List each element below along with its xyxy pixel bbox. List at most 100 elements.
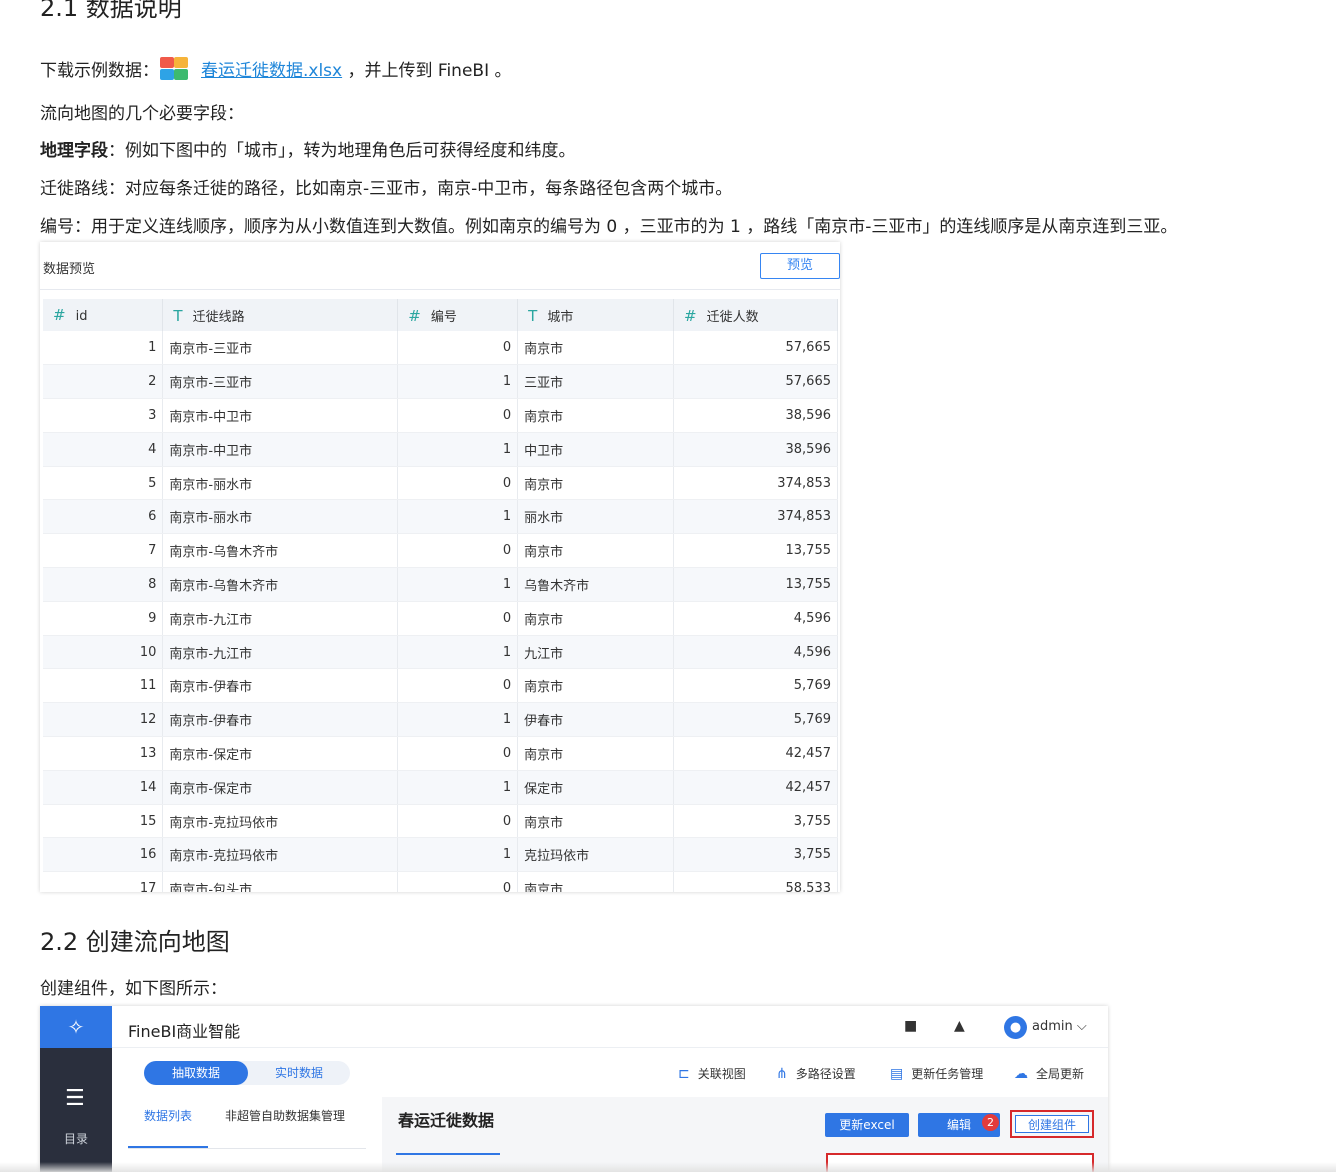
- archive-file-icon: [159, 57, 189, 81]
- cell-id: 3: [43, 398, 164, 433]
- number-type-icon: #: [53, 306, 66, 324]
- table-header-row: # id T 迁徙线路 # 编号 T 城市 # 迁徙人数: [43, 299, 838, 331]
- multipath-button[interactable]: ⋔ 多路径设置: [776, 1065, 856, 1082]
- tab-data-list[interactable]: 数据列表: [144, 1107, 192, 1124]
- tab-realtime-data[interactable]: 实时数据: [248, 1061, 350, 1085]
- cell-number: 1: [397, 567, 519, 602]
- cell-id: 2: [43, 364, 164, 400]
- cell-city: 克拉玛依市: [517, 837, 675, 873]
- cell-count: 13,755: [673, 567, 838, 602]
- download-line: 下载示例数据： 春运迁徙数据.xlsx ，并上传到 FineBI 。: [40, 56, 512, 81]
- field-term: 地理字段: [40, 141, 108, 161]
- cell-city: 南京市: [517, 331, 675, 366]
- action-label: 全局更新: [1036, 1067, 1085, 1081]
- text-type-icon: T: [528, 306, 538, 325]
- cell-city: 南京市: [517, 871, 675, 892]
- cell-id: 6: [43, 499, 164, 535]
- cell-count: 4,596: [673, 635, 838, 670]
- cell-route: 南京市-乌鲁木齐市: [162, 533, 399, 569]
- cell-city: 中卫市: [517, 432, 675, 467]
- column-header[interactable]: # id: [43, 299, 164, 331]
- action-label: 关联视图: [697, 1067, 746, 1081]
- chevron-down-icon: ⌵: [1076, 1019, 1087, 1034]
- cell-id: 7: [43, 533, 164, 569]
- field-geo: 地理字段：例如下图中的「城市」，转为地理角色后可获得经度和纬度。: [40, 136, 576, 161]
- cell-number: 0: [397, 601, 519, 636]
- cell-route: 南京市-克拉玛依市: [162, 837, 399, 873]
- field-number: 编号：用于定义连线顺序，顺序为从小数值连到大数值。例如南京的编号为 0 ，三亚市…: [40, 212, 1177, 237]
- table-row: 1 南京市-三亚市 0 南京市 57,665: [43, 331, 838, 366]
- cell-city: 南京市: [517, 533, 675, 569]
- field-term: 迁徙路线: [40, 179, 108, 199]
- cell-count: 38,596: [673, 398, 838, 433]
- cell-id: 17: [43, 871, 164, 892]
- column-header[interactable]: T 迁徙线路: [162, 299, 399, 331]
- column-header[interactable]: # 编号: [397, 299, 519, 331]
- table-row: 11 南京市-伊春市 0 南京市 5,769: [43, 668, 838, 704]
- cell-route: 南京市-保定市: [162, 770, 399, 805]
- catalog-list-icon[interactable]: ☰: [65, 1086, 85, 1111]
- cell-number: 1: [397, 837, 519, 873]
- column-label: id: [75, 309, 88, 324]
- cell-id: 4: [43, 432, 164, 467]
- number-type-icon: #: [684, 306, 697, 325]
- cell-route: 南京市-丽水市: [162, 466, 399, 501]
- cell-route: 南京市-克拉玛依市: [162, 804, 399, 839]
- cell-route: 南京市-丽水市: [162, 499, 399, 535]
- task-manage-button[interactable]: ▤ 更新任务管理: [890, 1065, 983, 1082]
- cell-route: 南京市-保定市: [162, 736, 399, 771]
- table-row: 3 南京市-中卫市 0 南京市 38,596: [43, 398, 838, 433]
- step-badge: 2: [982, 1114, 999, 1131]
- user-menu[interactable]: admin ⌵: [1032, 1019, 1087, 1034]
- column-label: 迁徙人数: [706, 309, 759, 325]
- divider: [128, 1148, 366, 1149]
- update-excel-button[interactable]: 更新excel: [825, 1113, 909, 1137]
- sidebar-item-catalog[interactable]: 目录: [40, 1130, 112, 1147]
- user-name: admin: [1032, 1019, 1073, 1034]
- tab-self-service-manage[interactable]: 非超管自助数据集管理: [225, 1107, 345, 1124]
- cell-count: 5,769: [673, 668, 838, 704]
- column-label: 编号: [430, 309, 457, 325]
- cell-number: 0: [397, 668, 519, 704]
- cell-number: 0: [397, 533, 519, 569]
- cell-id: 12: [43, 702, 164, 738]
- multipath-icon: ⋔: [776, 1066, 788, 1082]
- create-component-button[interactable]: 创建组件: [1015, 1115, 1089, 1133]
- active-tab-indicator: [396, 1153, 500, 1155]
- table-row: 6 南京市-丽水市 1 丽水市 374,853: [43, 499, 838, 535]
- relation-view-button[interactable]: ⊏ 关联视图: [678, 1065, 746, 1082]
- fields-intro: 流向地图的几个必要字段：: [40, 104, 244, 124]
- cell-route: 南京市-乌鲁木齐市: [162, 567, 399, 602]
- book-icon[interactable]: ■: [904, 1018, 917, 1034]
- preview-button[interactable]: 预览: [760, 253, 840, 279]
- cloud-update-icon: ☁: [1014, 1066, 1028, 1082]
- cell-route: 南京市-中卫市: [162, 398, 399, 433]
- cell-count: 42,457: [673, 770, 838, 805]
- cell-count: 3,755: [673, 837, 838, 873]
- preview-table: # id T 迁徙线路 # 编号 T 城市 # 迁徙人数 1 南京市-三亚市 0 南京市 57,6…: [43, 299, 838, 892]
- finebi-screenshot: ✧ ☰ 目录 FineBI商业智能 ■ ▲ ● admin ⌵ 抽取数据 实时数…: [40, 1006, 1108, 1172]
- cell-number: 1: [397, 770, 519, 805]
- table-row: 17 南京市-包头市 0 南京市 58,533: [43, 871, 838, 892]
- bell-icon[interactable]: ▲: [954, 1018, 965, 1034]
- cell-number: 1: [397, 432, 519, 467]
- cell-count: 374,853: [673, 466, 838, 501]
- field-term: 编号: [40, 217, 74, 237]
- cell-route: 南京市-包头市: [162, 871, 399, 892]
- global-update-button[interactable]: ☁ 全局更新: [1014, 1065, 1084, 1082]
- tab-extract-data[interactable]: 抽取数据: [144, 1061, 248, 1085]
- table-row: 12 南京市-伊春市 1 伊春市 5,769: [43, 702, 838, 738]
- column-header[interactable]: T 城市: [517, 299, 675, 331]
- cell-count: 13,755: [673, 533, 838, 569]
- xlsx-download-link[interactable]: 春运迁徙数据.xlsx: [201, 61, 342, 81]
- cell-id: 10: [43, 635, 164, 670]
- cell-id: 8: [43, 567, 164, 602]
- column-header[interactable]: # 迁徙人数: [673, 299, 838, 331]
- data-mode-switch: 抽取数据 实时数据: [144, 1061, 350, 1085]
- user-avatar-icon[interactable]: ●: [1004, 1016, 1027, 1039]
- action-label: 多路径设置: [795, 1067, 856, 1081]
- cell-route: 南京市-伊春市: [162, 668, 399, 704]
- table-row: 10 南京市-九江市 1 九江市 4,596: [43, 635, 838, 670]
- finebi-logo-icon: ✧: [40, 1006, 112, 1048]
- cell-city: 乌鲁木齐市: [517, 567, 675, 602]
